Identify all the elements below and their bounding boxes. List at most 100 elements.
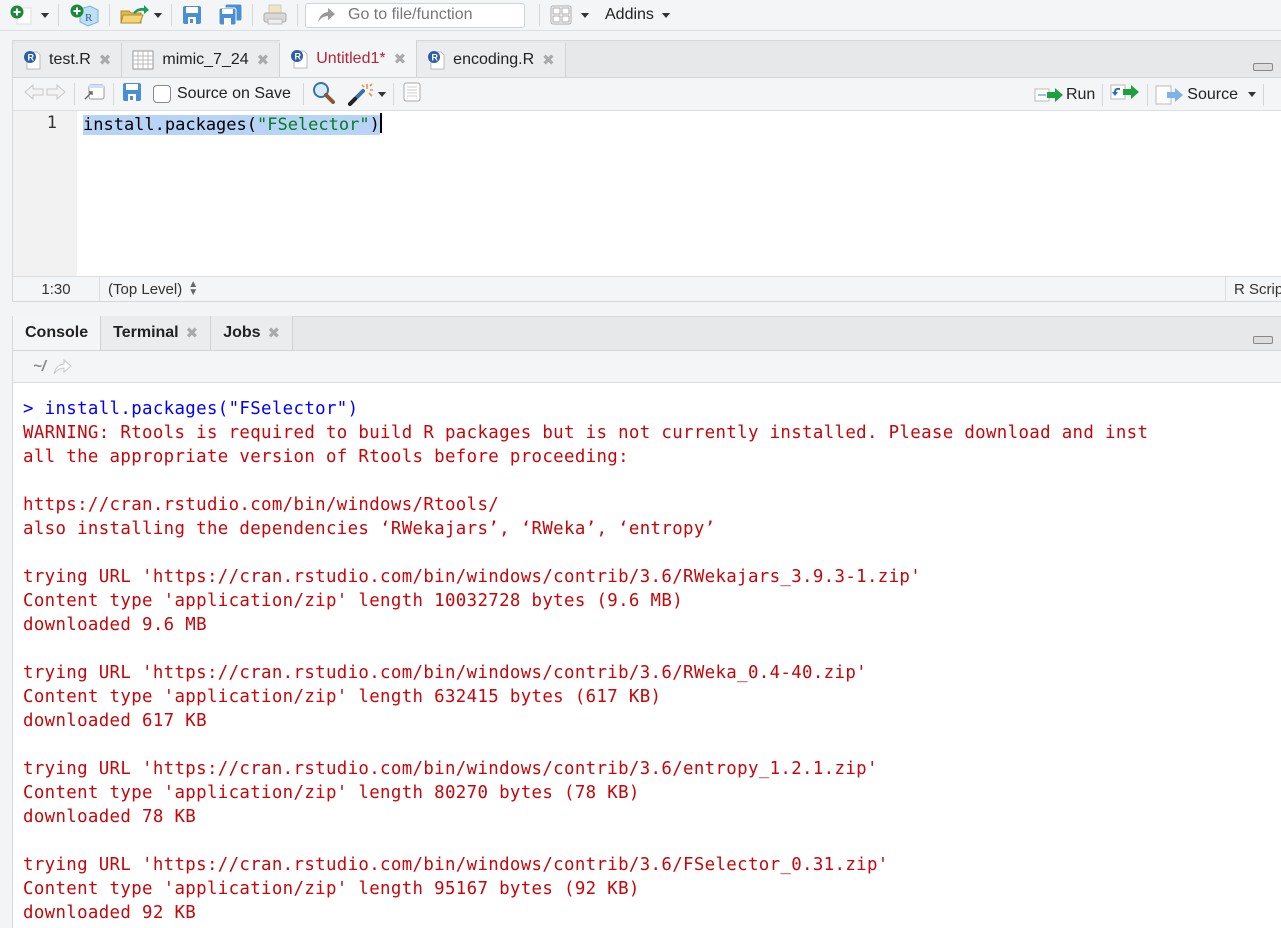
magic-wand-icon — [347, 83, 373, 106]
editor-toolbar-right: Run Source — [1034, 78, 1271, 111]
code-editor[interactable]: 1 install.packages("FSelector") — [13, 111, 1281, 277]
close-icon[interactable]: ✖ — [268, 324, 281, 342]
svg-text:R: R — [295, 51, 302, 61]
console-output-line: also installing the dependencies ‘RWekaj… — [23, 519, 716, 539]
close-icon[interactable]: ✖ — [542, 51, 555, 69]
save-button[interactable] — [179, 2, 205, 28]
arrow-left-icon — [24, 83, 44, 100]
svg-text:R: R — [432, 53, 439, 63]
tab-terminal[interactable]: Terminal ✖ — [101, 316, 212, 350]
code-function: install.packages( — [83, 115, 257, 135]
addins-label: Addins — [605, 6, 654, 23]
minimize-pane-button[interactable] — [1253, 336, 1273, 344]
console-output-line: trying URL 'https://cran.rstudio.com/bin… — [23, 855, 889, 875]
console-output-line: trying URL 'https://cran.rstudio.com/bin… — [23, 663, 867, 683]
text-cursor — [379, 113, 382, 133]
console-output[interactable]: > install.packages("FSelector") WARNING: … — [13, 383, 1281, 925]
tab-label: mimic_7_24 — [162, 51, 249, 68]
divider — [1263, 83, 1264, 106]
close-icon[interactable]: ✖ — [186, 324, 199, 342]
console-input-line: > install.packages("FSelector") — [23, 399, 359, 419]
arrow-right-icon — [46, 83, 66, 100]
minimize-pane-button[interactable] — [1253, 63, 1273, 71]
open-file-button[interactable] — [117, 2, 164, 28]
new-project-button[interactable]: R — [66, 2, 102, 28]
tab-console[interactable]: Console — [13, 316, 102, 350]
scope-selector[interactable]: (Top Level) ▲ ▼ — [100, 279, 199, 298]
new-file-button[interactable] — [6, 2, 51, 28]
save-all-icon — [218, 3, 243, 26]
console-output-line: trying URL 'https://cran.rstudio.com/bin… — [23, 567, 922, 587]
tab-encoding-r[interactable]: R encoding.R ✖ — [417, 43, 566, 77]
tab-mimic-7-24[interactable]: mimic_7_24 ✖ — [122, 43, 281, 77]
r-file-icon: R — [291, 49, 308, 68]
code-line[interactable]: install.packages("FSelector") — [83, 113, 382, 135]
run-button[interactable]: Run — [1034, 85, 1095, 105]
chevron-down-icon — [41, 12, 49, 18]
editor-tab-bar: R test.R ✖ mimic_7_24 ✖ R Untitled1* ✖ R… — [13, 40, 1281, 78]
forward-button[interactable] — [45, 83, 67, 106]
console-output-line: downloaded 617 KB — [23, 711, 207, 731]
tab-label: Untitled1* — [316, 49, 386, 67]
code-content[interactable]: install.packages("FSelector") — [77, 111, 382, 277]
show-in-window-button[interactable] — [82, 82, 106, 107]
console-output-line: trying URL 'https://cran.rstudio.com/bin… — [23, 759, 878, 779]
source-on-save-checkbox[interactable] — [153, 85, 171, 103]
chevron-down-icon — [581, 12, 589, 18]
find-replace-button[interactable] — [311, 80, 337, 109]
chevron-down-icon — [154, 12, 162, 18]
console-output-line: Content type 'application/zip' length 80… — [23, 783, 640, 803]
compile-report-button[interactable] — [401, 81, 423, 108]
close-icon[interactable]: ✖ — [99, 51, 112, 69]
source-label: Source — [1187, 85, 1238, 103]
console-output-line: downloaded 9.6 MB — [23, 615, 207, 635]
updown-icon: ▲ ▼ — [188, 279, 199, 298]
file-type-selector[interactable]: R Script — [1225, 277, 1281, 301]
console-output-line: downloaded 92 KB — [23, 903, 197, 923]
console-output-line: Content type 'application/zip' length 95… — [23, 879, 640, 899]
chevron-down-icon — [661, 12, 670, 18]
source-button[interactable]: Source — [1155, 84, 1256, 106]
code-tools-button[interactable] — [347, 82, 386, 106]
divider — [109, 4, 110, 26]
rerun-button[interactable] — [1110, 82, 1140, 107]
close-icon[interactable]: ✖ — [257, 51, 270, 69]
tab-jobs[interactable]: Jobs ✖ — [211, 316, 294, 350]
editor-toolbar: Source on Save Run Source — [13, 78, 1281, 111]
save-all-button[interactable] — [215, 2, 245, 28]
new-file-icon — [10, 5, 32, 25]
working-directory: ~/ — [33, 358, 46, 375]
back-button[interactable] — [23, 83, 45, 106]
goto-file-function-input[interactable]: Go to file/function — [305, 2, 525, 28]
chevron-down-icon — [1248, 92, 1256, 97]
console-output-line: WARNING: Rtools is required to build R p… — [23, 423, 1149, 443]
addins-menu[interactable]: Addins — [603, 2, 672, 28]
search-icon — [312, 81, 335, 104]
chevron-down-icon — [377, 91, 386, 97]
workspace-panes-button[interactable] — [547, 2, 591, 28]
tab-untitled1[interactable]: R Untitled1* ✖ — [280, 40, 418, 77]
divider — [252, 4, 253, 26]
save-icon — [123, 82, 141, 101]
svg-text:R: R — [28, 53, 35, 63]
console-pane: Console Terminal ✖ Jobs ✖ ~/ > install.p… — [12, 316, 1281, 928]
console-output-line: downloaded 78 KB — [23, 807, 197, 827]
divider — [113, 83, 114, 105]
arrow-right-icon — [53, 358, 72, 374]
cursor-position: 1:30 — [13, 277, 100, 301]
console-tab-bar: Console Terminal ✖ Jobs ✖ — [13, 316, 1281, 351]
print-button[interactable] — [260, 2, 290, 28]
divider — [1102, 83, 1104, 106]
close-icon[interactable]: ✖ — [394, 50, 407, 68]
save-icon — [183, 6, 201, 24]
save-file-button[interactable] — [121, 81, 143, 108]
tab-label: test.R — [49, 51, 91, 68]
rerun-icon — [1110, 84, 1140, 100]
go-to-directory-button[interactable] — [52, 358, 72, 375]
r-file-icon: R — [428, 51, 445, 70]
editor-status-bar: 1:30 (Top Level) ▲▼ R Script — [13, 276, 1281, 301]
tab-test-r[interactable]: R test.R ✖ — [13, 43, 123, 77]
